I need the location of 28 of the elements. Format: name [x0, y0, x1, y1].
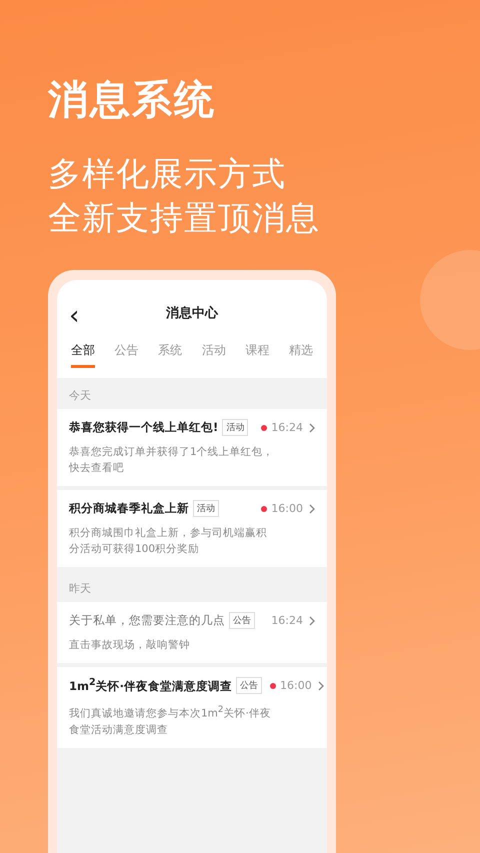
- message-body: 积分商城围巾礼盒上新，参与司机端赢积分活动可获得100积分奖励: [69, 526, 268, 557]
- message-time: 16:00: [271, 502, 303, 515]
- message-time: 16:00: [280, 679, 312, 692]
- message-time: 16:24: [271, 421, 303, 434]
- message-title: 关于私单，您需要注意的几点: [69, 613, 225, 628]
- message-title: 积分商城春季礼盒上新: [69, 501, 189, 516]
- subtitle-line: 全新支持置顶消息: [48, 197, 321, 239]
- message-time: 16:24: [271, 614, 303, 627]
- message-tag: 公告: [236, 677, 262, 694]
- message-body: 我们真诚地邀请您参与本次1m$^{2}$关怀·伴夜食堂活动满意度调查: [69, 704, 272, 738]
- message-tag: 公告: [229, 612, 255, 629]
- message-tag: 活动: [222, 419, 248, 436]
- headline: 消息系统: [48, 76, 217, 125]
- message-card[interactable]: 关于私单，您需要注意的几点 公告 16:24 直击事故现场，敲响警钟: [57, 602, 327, 663]
- message-card[interactable]: 积分商城春季礼盒上新 活动 16:00 积分商城围巾礼盒上新，参与司机端赢积分活动可获得100积分奖励: [57, 490, 327, 567]
- back-button[interactable]: ‹: [69, 304, 80, 328]
- message-card[interactable]: 恭喜您获得一个线上单红包! 活动 16:24 恭喜您完成订单并获得了1个线上单红包，快去查看吧: [57, 409, 327, 486]
- tab[interactable]: 全部: [70, 342, 95, 368]
- section-label: 昨天: [68, 581, 92, 597]
- message-tag: 活动: [193, 500, 219, 517]
- section-label: 今天: [68, 388, 92, 404]
- message-title: 1m$^{2}$关怀·伴夜食堂满意度调查: [69, 677, 232, 694]
- message-body: 恭喜您完成订单并获得了1个线上单红包，快去查看吧: [69, 445, 275, 476]
- message-title: 恭喜您获得一个线上单红包!: [69, 420, 218, 435]
- message-card[interactable]: 1m$^{2}$关怀·伴夜食堂满意度调查 公告 16:00 我们真诚地邀请您参与本次1m$^{2}$关怀·伴夜食堂活动满意度调查: [57, 667, 327, 748]
- subtitle-line: 多样化展示方式: [48, 153, 287, 195]
- screen-title: 消息中心: [166, 304, 218, 322]
- message-body: 直击事故现场，敲响警钟: [69, 638, 191, 653]
